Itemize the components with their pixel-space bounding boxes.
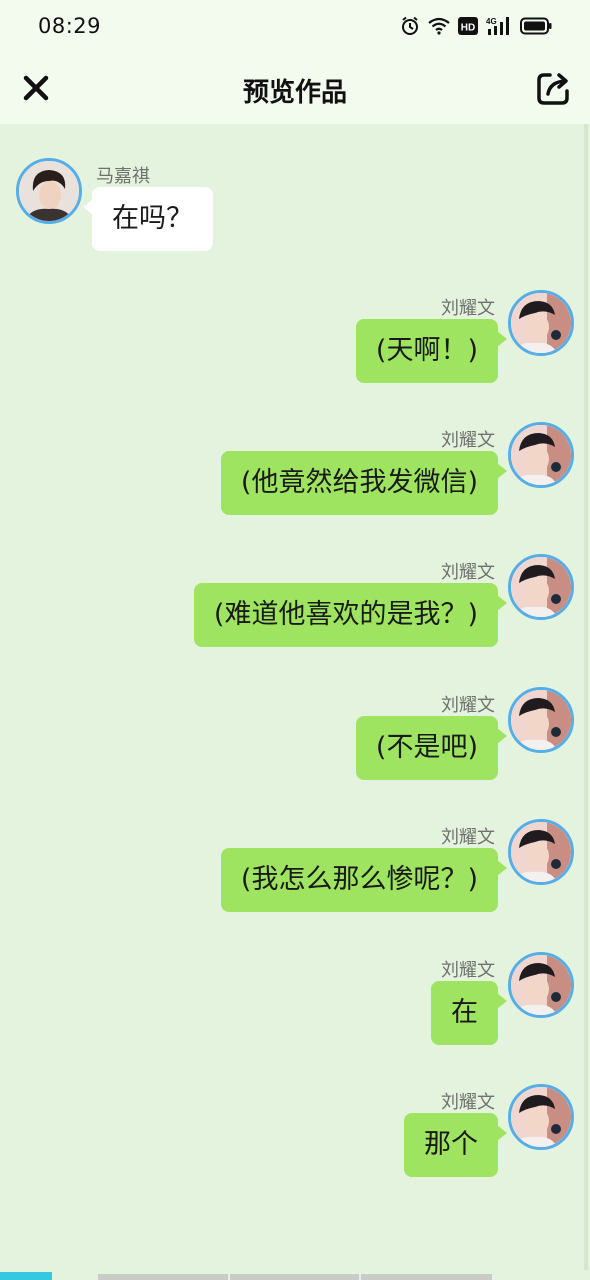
4g-signal-icon: 4G (486, 16, 512, 36)
progress-segment (361, 1274, 492, 1280)
battery-icon (520, 17, 552, 35)
alarm-icon (400, 16, 420, 36)
chat-message: 刘耀文 在 (0, 952, 590, 1048)
message-bubble[interactable]: (我怎么那么惨呢？) (220, 848, 508, 912)
hd-icon: HD (458, 16, 478, 36)
sender-name: 刘耀文 (441, 827, 495, 848)
status-time: 08:29 (38, 14, 102, 38)
share-icon (537, 73, 569, 105)
page-title: 预览作品 (242, 78, 347, 108)
sender-name: 刘耀文 (441, 1092, 495, 1113)
chat-area[interactable]: 马嘉祺 在吗？ 刘耀文 (天啊！) 刘耀文 (他竟然给我发微信) 刘耀文 (难道… (0, 124, 590, 1270)
chat-message: 刘耀文 (不是吧) (0, 687, 590, 783)
avatar[interactable] (508, 554, 574, 620)
avatar[interactable] (16, 158, 82, 224)
sender-name: 刘耀文 (441, 298, 495, 319)
chat-message: 刘耀文 那个 (0, 1084, 590, 1180)
status-icons: HD 4G (400, 14, 552, 38)
message-bubble[interactable]: (天啊！) (355, 319, 508, 383)
scrollbar[interactable] (584, 124, 588, 1270)
message-bubble[interactable]: (难道他喜欢的是我？) (193, 583, 508, 647)
progress-segment (98, 1274, 228, 1280)
avatar[interactable] (508, 290, 574, 356)
avatar[interactable] (508, 952, 574, 1018)
avatar[interactable] (508, 422, 574, 488)
avatar[interactable] (508, 1084, 574, 1150)
sender-name: 刘耀文 (441, 430, 495, 451)
sender-name: 马嘉祺 (96, 166, 150, 187)
sender-name: 刘耀文 (441, 695, 495, 716)
chat-message: 刘耀文 (他竟然给我发微信) (0, 422, 590, 518)
chat-message: 刘耀文 (天啊！) (0, 290, 590, 386)
message-bubble[interactable]: 在 (431, 981, 507, 1045)
sender-name: 刘耀文 (441, 562, 495, 583)
chat-message: 刘耀文 (难道他喜欢的是我？) (0, 554, 590, 650)
svg-text:4G: 4G (486, 17, 497, 26)
avatar[interactable] (508, 819, 574, 885)
top-area: 08:29 HD 4G 预览作品 (0, 0, 590, 124)
progress-segment (230, 1274, 359, 1280)
chat-message: 马嘉祺 在吗？ (0, 158, 590, 254)
avatar[interactable] (508, 687, 574, 753)
message-bubble[interactable]: (不是吧) (355, 716, 508, 780)
sender-name: 刘耀文 (441, 960, 495, 981)
message-bubble[interactable]: (他竟然给我发微信) (220, 451, 508, 515)
message-bubble[interactable]: 那个 (404, 1113, 507, 1177)
chat-message: 刘耀文 (我怎么那么惨呢？) (0, 819, 590, 915)
nav-bar: 预览作品 (0, 52, 590, 124)
wifi-icon (428, 17, 450, 35)
share-button[interactable] (536, 70, 572, 106)
progress-segment-active (0, 1272, 52, 1280)
message-bubble[interactable]: 在吗？ (83, 187, 213, 251)
progress-segments (0, 1272, 590, 1280)
status-bar: 08:29 HD 4G (0, 0, 590, 52)
svg-text:HD: HD (461, 23, 475, 34)
